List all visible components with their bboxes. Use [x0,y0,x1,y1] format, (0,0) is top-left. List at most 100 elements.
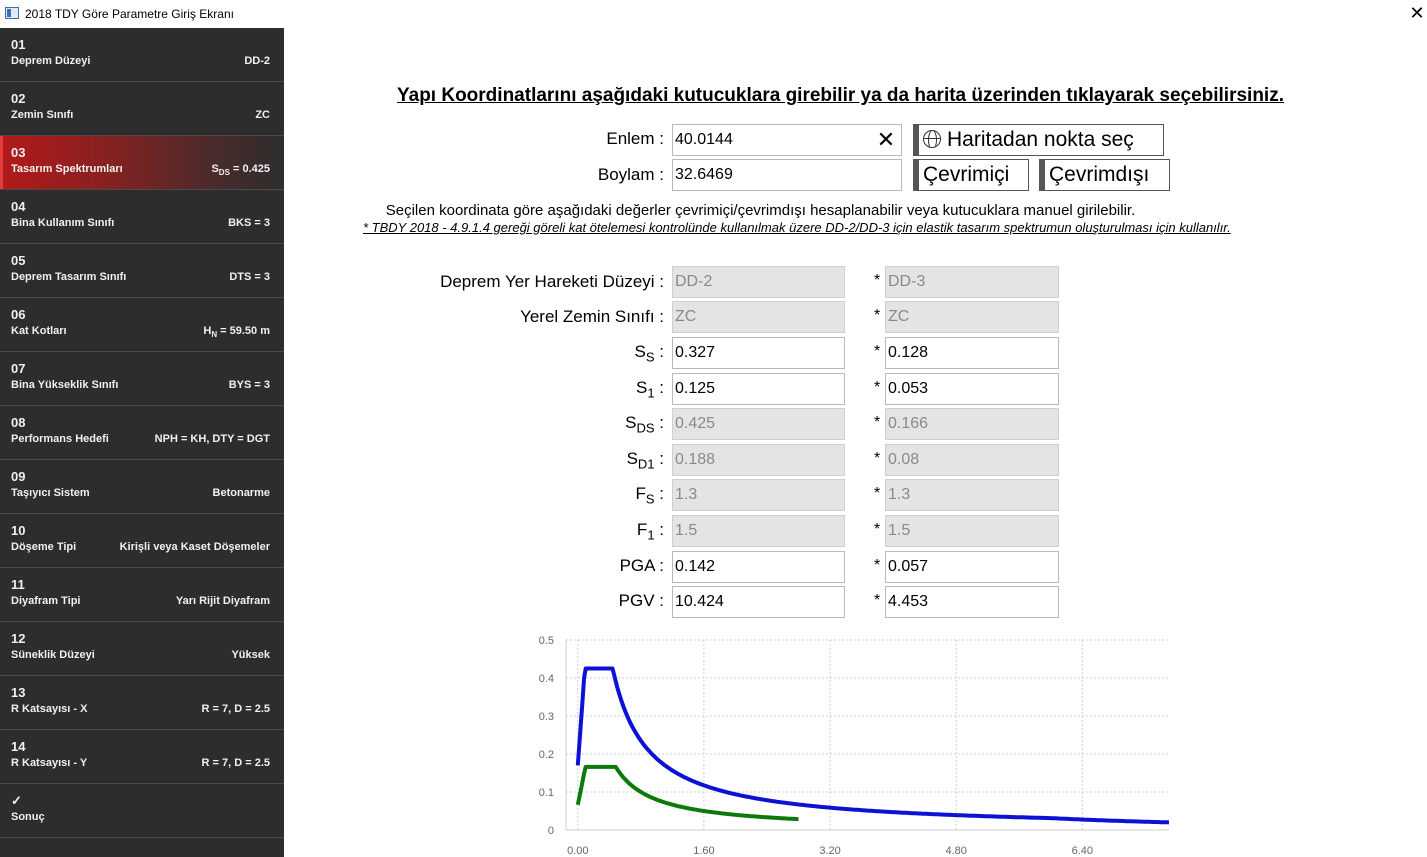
step-label: Tasarım Spektrumları [11,163,123,175]
star-marker: * [874,343,881,360]
sidebar-item-tasiyici-sistem[interactable]: 09 Taşıyıcı Sistem Betonarme [0,460,284,514]
step-label: Deprem Düzeyi [11,55,91,67]
step-value: Yarı Rijit Diyafram [175,595,270,607]
sidebar-item-r-katsayisi-x[interactable]: 13 R Katsayısı - X R = 7, D = 2.5 [0,676,284,730]
x-tick-label: 4.80 [945,845,966,857]
param-label-pga: PGA : [619,556,664,575]
step-number: 04 [11,199,26,214]
step-number: 06 [11,307,26,322]
sidebar-item-bina-kullanim-sinifi[interactable]: 04 Bina Kullanım Sınıfı BKS = 3 [0,190,284,244]
longitude-label: Boylam : [597,165,664,184]
star-marker: * [874,521,881,538]
star-marker: * [874,450,881,467]
star-marker: * [874,485,881,502]
sidebar-item-suneklik-duzeyi[interactable]: 12 Süneklik Düzeyi Yüksek [0,622,284,676]
checkmark-icon: ✓ [11,793,22,808]
param-dd2-field [672,479,845,511]
x-tick-label: 1.60 [693,845,714,857]
step-label: Deprem Tasarım Sınıfı [11,271,127,283]
sidebar-item-doseme-tipi[interactable]: 10 Döşeme Tipi Kirişli veya Kaset Döşeme… [0,514,284,568]
sidebar-item-diyafram-tipi[interactable]: 11 Diyafram Tipi Yarı Rijit Diyafram [0,568,284,622]
step-number: 03 [11,145,26,160]
sidebar-item-tasarim-spektrumlari[interactable]: 03 Tasarım Spektrumları SDS = 0.425 [0,136,284,190]
sidebar-item-deprem-duzeyi[interactable]: 01 Deprem Düzeyi DD-2 [0,28,284,82]
step-value: DD-2 [244,55,270,67]
step-number: 12 [11,631,26,646]
clear-icon[interactable]: ✕ [875,127,897,153]
step-value: Betonarme [212,487,270,499]
step-number: 09 [11,469,26,484]
param-label-fs: FS : [635,484,664,507]
step-value: R = 7, D = 2.5 [201,703,270,715]
param-label-pgv: PGV : [618,591,664,610]
step-value: R = 7, D = 2.5 [201,757,270,769]
sidebar-item-r-katsayisi-y[interactable]: 14 R Katsayısı - Y R = 7, D = 2.5 [0,730,284,784]
latitude-input[interactable] [672,124,902,156]
pick-from-map-button[interactable]: Haritadan nokta seç [913,124,1164,156]
step-value: Kirişli veya Kaset Döşemeler [119,541,270,553]
y-tick-label: 0 [548,825,554,837]
param-label-sd1: SD1 : [626,449,664,472]
star-marker: * [874,307,881,324]
star-marker: * [874,272,881,289]
step-value: BYS = 3 [228,379,270,391]
star-marker: * [874,557,881,574]
y-tick-label: 0.3 [539,711,554,723]
close-icon[interactable]: ✕ [1407,3,1427,23]
step-label: R Katsayısı - X [11,703,88,715]
spectrum-chart: 0 0.1 0.2 0.3 0.4 0.5 0.00 1.60 3.20 4.80 6.40 [539,635,1170,857]
param-dd3-field [885,515,1059,547]
step-number: 11 [11,577,25,592]
sidebar-item-kat-kotlari[interactable]: 06 Kat Kotları HN = 59.50 m [0,298,284,352]
note-text: * TBDY 2018 - 4.9.1.4 gereği göreli kat … [363,220,1231,235]
param-dd2-field [672,515,845,547]
param-dd3-field[interactable] [885,551,1059,583]
param-dd2-field[interactable] [672,337,845,369]
y-tick-label: 0.1 [539,787,554,799]
param-dd2-field[interactable] [672,551,845,583]
param-label-sds: SDS : [625,413,664,436]
param-dd3-field [885,266,1059,298]
star-marker: * [874,379,881,396]
step-label: Döşeme Tipi [11,541,77,553]
globe-icon [923,130,941,148]
latitude-label: Enlem : [606,129,664,148]
sidebar-item-zemin-sinifi[interactable]: 02 Zemin Sınıfı ZC [0,82,284,136]
step-value: NPH = KH, DTY = DGT [154,433,270,445]
step-label: R Katsayısı - Y [11,757,88,769]
step-number: 05 [11,253,26,268]
sidebar-item-deprem-tasarim-sinifi[interactable]: 05 Deprem Tasarım Sınıfı DTS = 3 [0,244,284,298]
step-number: 02 [11,91,26,106]
step-number: 10 [11,523,26,538]
param-dd3-field[interactable] [885,337,1059,369]
sidebar-item-performans-hedefi[interactable]: 08 Performans Hedefi NPH = KH, DTY = DGT [0,406,284,460]
longitude-input[interactable] [672,159,902,191]
window-title: 2018 TDY Göre Parametre Giriş Ekranı [25,7,234,21]
step-label: Sonuç [11,811,45,823]
step-value: HN = 59.50 m [203,325,270,340]
step-number: 01 [11,37,26,52]
step-number: 14 [11,739,26,754]
star-marker: * [874,414,881,431]
x-tick-label: 3.20 [819,845,840,857]
param-dd2-field [672,444,845,476]
spectrum-series-line-2 [575,764,799,822]
sidebar: 01 Deprem Düzeyi DD-2 02 Zemin Sınıfı ZC… [0,28,284,857]
param-dd3-field[interactable] [885,373,1059,405]
param-dd2-field [672,266,845,298]
sidebar-item-bina-yukseklik-sinifi[interactable]: 07 Bina Yükseklik Sınıfı BYS = 3 [0,352,284,406]
param-dd3-field [885,479,1059,511]
step-number: 08 [11,415,26,430]
param-dd3-field [885,408,1059,440]
sidebar-item-sonuc[interactable]: ✓ Sonuç [0,784,284,838]
y-tick-label: 0.2 [539,749,554,761]
param-dd2-field [672,408,845,440]
param-label-deprem-yer-hareketi: Deprem Yer Hareketi Düzeyi : [440,272,664,291]
param-dd2-field[interactable] [672,586,845,618]
param-dd3-field[interactable] [885,586,1059,618]
param-dd2-field[interactable] [672,373,845,405]
online-button[interactable]: Çevrimiçi [913,159,1029,191]
step-value: SDS = 0.425 [211,163,270,178]
page-heading: Yapı Koordinatlarını aşağıdaki kutucukla… [397,85,1284,106]
offline-button[interactable]: Çevrimdışı [1039,159,1170,191]
